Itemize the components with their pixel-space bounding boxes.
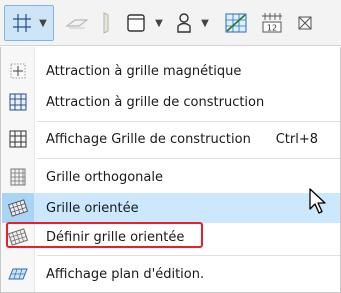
oriented-grid-icon bbox=[2, 193, 34, 223]
user-icon bbox=[177, 13, 191, 33]
numbered-grid-button[interactable]: 12 bbox=[256, 5, 288, 41]
menu-item-shortcut: Ctrl+8 bbox=[275, 131, 318, 147]
grid-plan-button[interactable] bbox=[220, 5, 252, 41]
toolbar: ▼ ▼ ▼ 12 bbox=[0, 0, 341, 46]
dropdown-arrow-icon[interactable]: ▼ bbox=[39, 18, 47, 29]
window-icon bbox=[127, 14, 145, 32]
numbered-grid-icon: 12 bbox=[262, 13, 282, 33]
construction-grid-snap-icon bbox=[2, 89, 34, 115]
layer-button[interactable] bbox=[62, 5, 92, 41]
mouse-cursor-icon bbox=[309, 188, 326, 214]
cross-icon bbox=[298, 16, 312, 30]
dropdown-arrow-icon[interactable]: ▼ bbox=[155, 18, 163, 29]
menu-item-label: Grille orientée bbox=[46, 200, 139, 216]
menu-item-label: Affichage plan d'édition. bbox=[46, 266, 205, 282]
numbered-grid-text: 12 bbox=[267, 24, 277, 33]
grid-plan-icon bbox=[225, 13, 247, 33]
pencil-icon bbox=[103, 12, 109, 34]
menu-item-label: Attraction à grille de construction bbox=[46, 94, 265, 110]
construction-grid-icon bbox=[13, 14, 32, 32]
window-button[interactable]: ▼ bbox=[122, 5, 166, 41]
menu-item-label: Grille orthogonale bbox=[46, 169, 163, 185]
magnetic-grid-icon bbox=[2, 58, 34, 84]
user-button[interactable]: ▼ bbox=[172, 5, 212, 41]
edit-plane-icon bbox=[2, 260, 34, 288]
orthogonal-grid-icon bbox=[2, 164, 34, 190]
menu-item-magnetic-grid[interactable]: Attraction à grille magnétique bbox=[2, 58, 340, 84]
menu-item-grid-display[interactable]: Affichage Grille de construction Ctrl+8 bbox=[2, 126, 340, 152]
menu-item-label: Affichage Grille de construction bbox=[46, 131, 251, 147]
menu-separator bbox=[37, 121, 340, 122]
menu-item-orthogonal-grid[interactable]: Grille orthogonale bbox=[2, 164, 340, 190]
grid-display-icon bbox=[2, 126, 34, 152]
pencil-button[interactable] bbox=[94, 5, 118, 41]
construction-grid-button[interactable]: ▼ bbox=[4, 5, 54, 41]
annotation-highlight-box bbox=[6, 222, 203, 248]
menu-item-construction-grid-snap[interactable]: Attraction à grille de construction bbox=[2, 89, 340, 115]
menu-item-edit-plane-display[interactable]: Affichage plan d'édition. bbox=[2, 260, 340, 288]
layer-icon bbox=[65, 19, 89, 29]
cross-button[interactable] bbox=[292, 5, 318, 41]
grid-dropdown-menu: Attraction à grille magnétique Attractio… bbox=[0, 47, 341, 293]
menu-item-label: Attraction à grille magnétique bbox=[46, 63, 242, 79]
dropdown-arrow-icon[interactable]: ▼ bbox=[201, 18, 209, 29]
menu-separator bbox=[37, 158, 340, 159]
menu-separator bbox=[37, 255, 340, 256]
menu-item-oriented-grid[interactable]: Grille orientée bbox=[2, 193, 340, 223]
